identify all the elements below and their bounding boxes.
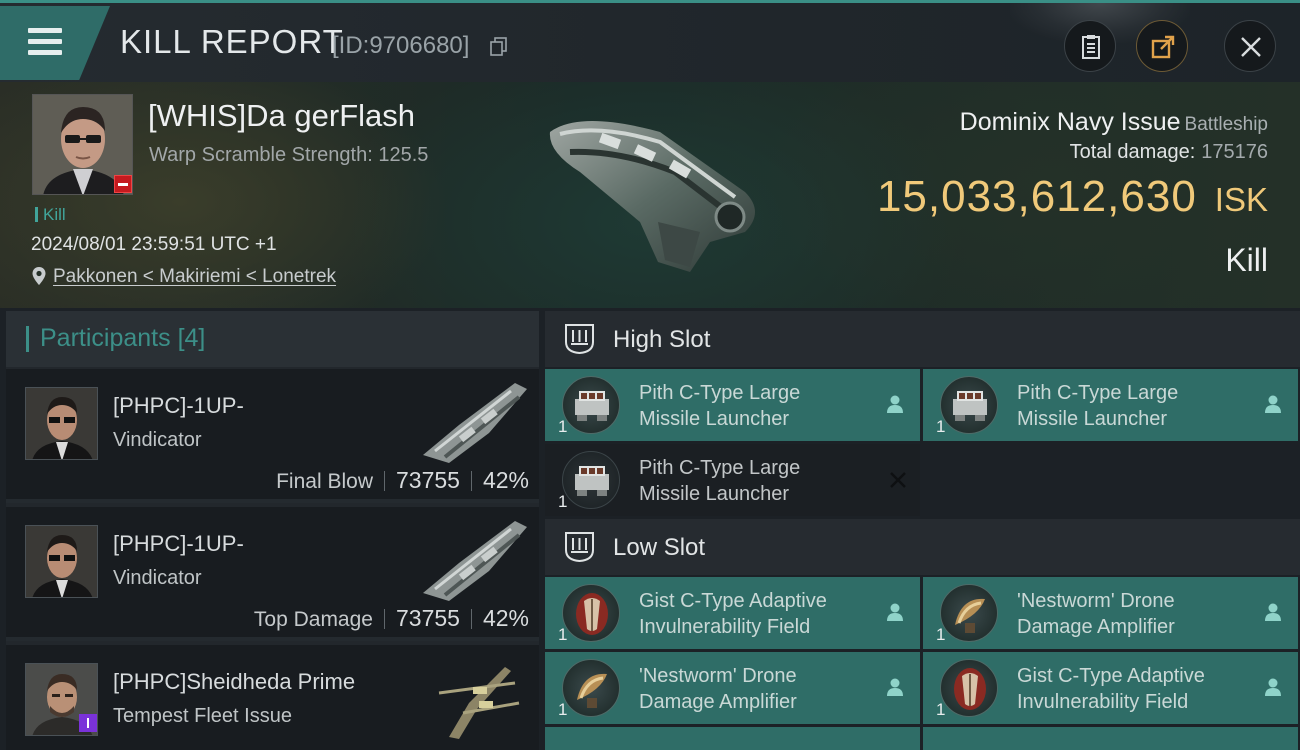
participant-ship-render (438, 667, 520, 739)
location-pin-icon (32, 267, 46, 285)
participant-damage: 73755 (395, 605, 460, 631)
participant-ship: Vindicator (113, 567, 202, 589)
module-tile[interactable]: 1 'Nestworm' Drone Damage Amplifier (545, 652, 920, 724)
module-tile[interactable]: 1 Pith C-Type Large Missile Launcher (923, 369, 1298, 441)
module-name: 'Nestworm' Drone Damage Amplifier (639, 665, 797, 713)
person-icon (887, 603, 903, 621)
participant-percent: 42% (482, 605, 529, 631)
participant-ship-render (423, 521, 527, 601)
module-name: Pith C-Type Large Missile Launcher (639, 382, 801, 430)
shield-module-icon (940, 659, 998, 717)
copy-icon[interactable] (490, 37, 508, 57)
location-link[interactable]: Pakkonen < Makiriemi < Lonetrek (53, 266, 336, 287)
share-icon (1151, 35, 1175, 59)
participant-name: [PHPC]Sheidheda Prime (113, 669, 356, 694)
total-damage: Total damage: 175176 (1069, 141, 1268, 163)
module-tile[interactable] (545, 727, 920, 750)
participant-ship-render (423, 383, 527, 463)
standing-badge (79, 714, 97, 732)
low-slot-icon (565, 532, 594, 563)
module-tile[interactable]: 1 Pith C-Type Large Missile Launcher (545, 369, 920, 441)
missile-launcher-icon (562, 376, 620, 434)
module-tile[interactable]: 1 Gist C-Type Adaptive Invulnerability Fi… (545, 577, 920, 649)
close-button[interactable] (1224, 20, 1276, 72)
person-icon (887, 678, 903, 696)
participant-role: Final Blow (276, 470, 373, 493)
module-name: Gist C-Type Adaptive Invulnerability Fiel… (1017, 665, 1205, 713)
warp-scramble-strength: Warp Scramble Strength: 125.5 (149, 144, 429, 166)
low-slot-header: Low Slot (545, 519, 1300, 575)
ship-name[interactable]: Dominix Navy Issue Battleship (960, 108, 1268, 137)
module-tile[interactable] (923, 727, 1298, 750)
result-label: Kill (1225, 242, 1268, 278)
ship-render (549, 121, 755, 272)
person-icon (887, 395, 903, 413)
pilot-avatar (26, 388, 97, 459)
module-name: 'Nestworm' Drone Damage Amplifier (1017, 590, 1175, 638)
drone-amplifier-icon (562, 659, 620, 717)
destroyed-x-icon (890, 472, 906, 488)
pilot-avatar (26, 526, 97, 597)
participant-role: Top Damage (253, 608, 373, 631)
participant-percent: 42% (482, 467, 529, 493)
kill-location[interactable]: Pakkonen < Makiriemi < Lonetrek (31, 266, 336, 288)
clipboard-button[interactable] (1064, 20, 1116, 72)
participant-name: [PHPC]-1UP- (113, 531, 244, 556)
participant-ship: Vindicator (113, 429, 202, 451)
report-id: [ID:9706680] (332, 32, 470, 59)
clipboard-icon (1082, 35, 1100, 59)
participants-panel: Participants [4] [PHPC]-1UP- Vindicator (6, 311, 539, 750)
drone-amplifier-icon (940, 584, 998, 642)
kill-datetime: 2024/08/01 23:59:51 UTC +1 (31, 234, 277, 255)
fitting-panel: High Slot 1 Pith C-Type Large Missile Lau… (545, 311, 1300, 750)
victim-summary: [WHIS]Da gerFlash Warp Scramble Strength… (0, 82, 1300, 308)
module-name: Gist C-Type Adaptive Invulnerability Fiel… (639, 590, 827, 638)
participant-portrait[interactable] (25, 525, 98, 598)
close-icon (1241, 37, 1261, 57)
menu-button[interactable] (0, 6, 110, 80)
menu-icon (28, 28, 62, 61)
participant-damage: 73755 (395, 467, 460, 493)
missile-launcher-icon (562, 451, 620, 509)
participant-portrait[interactable] (25, 387, 98, 460)
participant-row[interactable]: [PHPC]Sheidheda Prime Tempest Fleet Issu… (6, 645, 539, 750)
kill-tag: Kill (35, 205, 66, 225)
participant-stats: Top Damage 73755 42% (254, 605, 529, 632)
person-icon (1265, 603, 1281, 621)
participants-header[interactable]: Participants [4] (6, 311, 539, 367)
high-slot-icon (565, 324, 594, 355)
module-name: Pith C-Type Large Missile Launcher (639, 457, 801, 505)
isk-value: 15,033,612,630 ISK (876, 172, 1268, 221)
module-tile[interactable]: 1 Gist C-Type Adaptive Invulnerability Fi… (923, 652, 1298, 724)
page-title: KILL REPORT (120, 23, 344, 60)
person-icon (1265, 395, 1281, 413)
participant-ship: Tempest Fleet Issue (113, 705, 292, 727)
shield-module-icon (562, 584, 620, 642)
missile-launcher-icon (940, 376, 998, 434)
high-slot-header: High Slot (545, 311, 1300, 367)
participant-stats: Final Blow 73755 42% (276, 467, 529, 494)
person-icon (1265, 678, 1281, 696)
module-name: Pith C-Type Large Missile Launcher (1017, 382, 1179, 430)
module-tile[interactable]: 1 Pith C-Type Large Missile Launcher (545, 444, 920, 516)
victim-name[interactable]: [WHIS]Da gerFlash (148, 98, 415, 134)
module-tile[interactable]: 1 'Nestworm' Drone Damage Amplifier (923, 577, 1298, 649)
title-bar: KILL REPORT [ID:9706680] (0, 0, 1300, 82)
participant-row[interactable]: [PHPC]-1UP- Vindicator Final Blow 73755 42… (6, 369, 539, 503)
standing-badge (114, 175, 132, 193)
participant-name: [PHPC]-1UP- (113, 393, 244, 418)
share-button[interactable] (1136, 20, 1188, 72)
participant-row[interactable]: [PHPC]-1UP- Vindicator Top Damage 73755 42… (6, 507, 539, 641)
